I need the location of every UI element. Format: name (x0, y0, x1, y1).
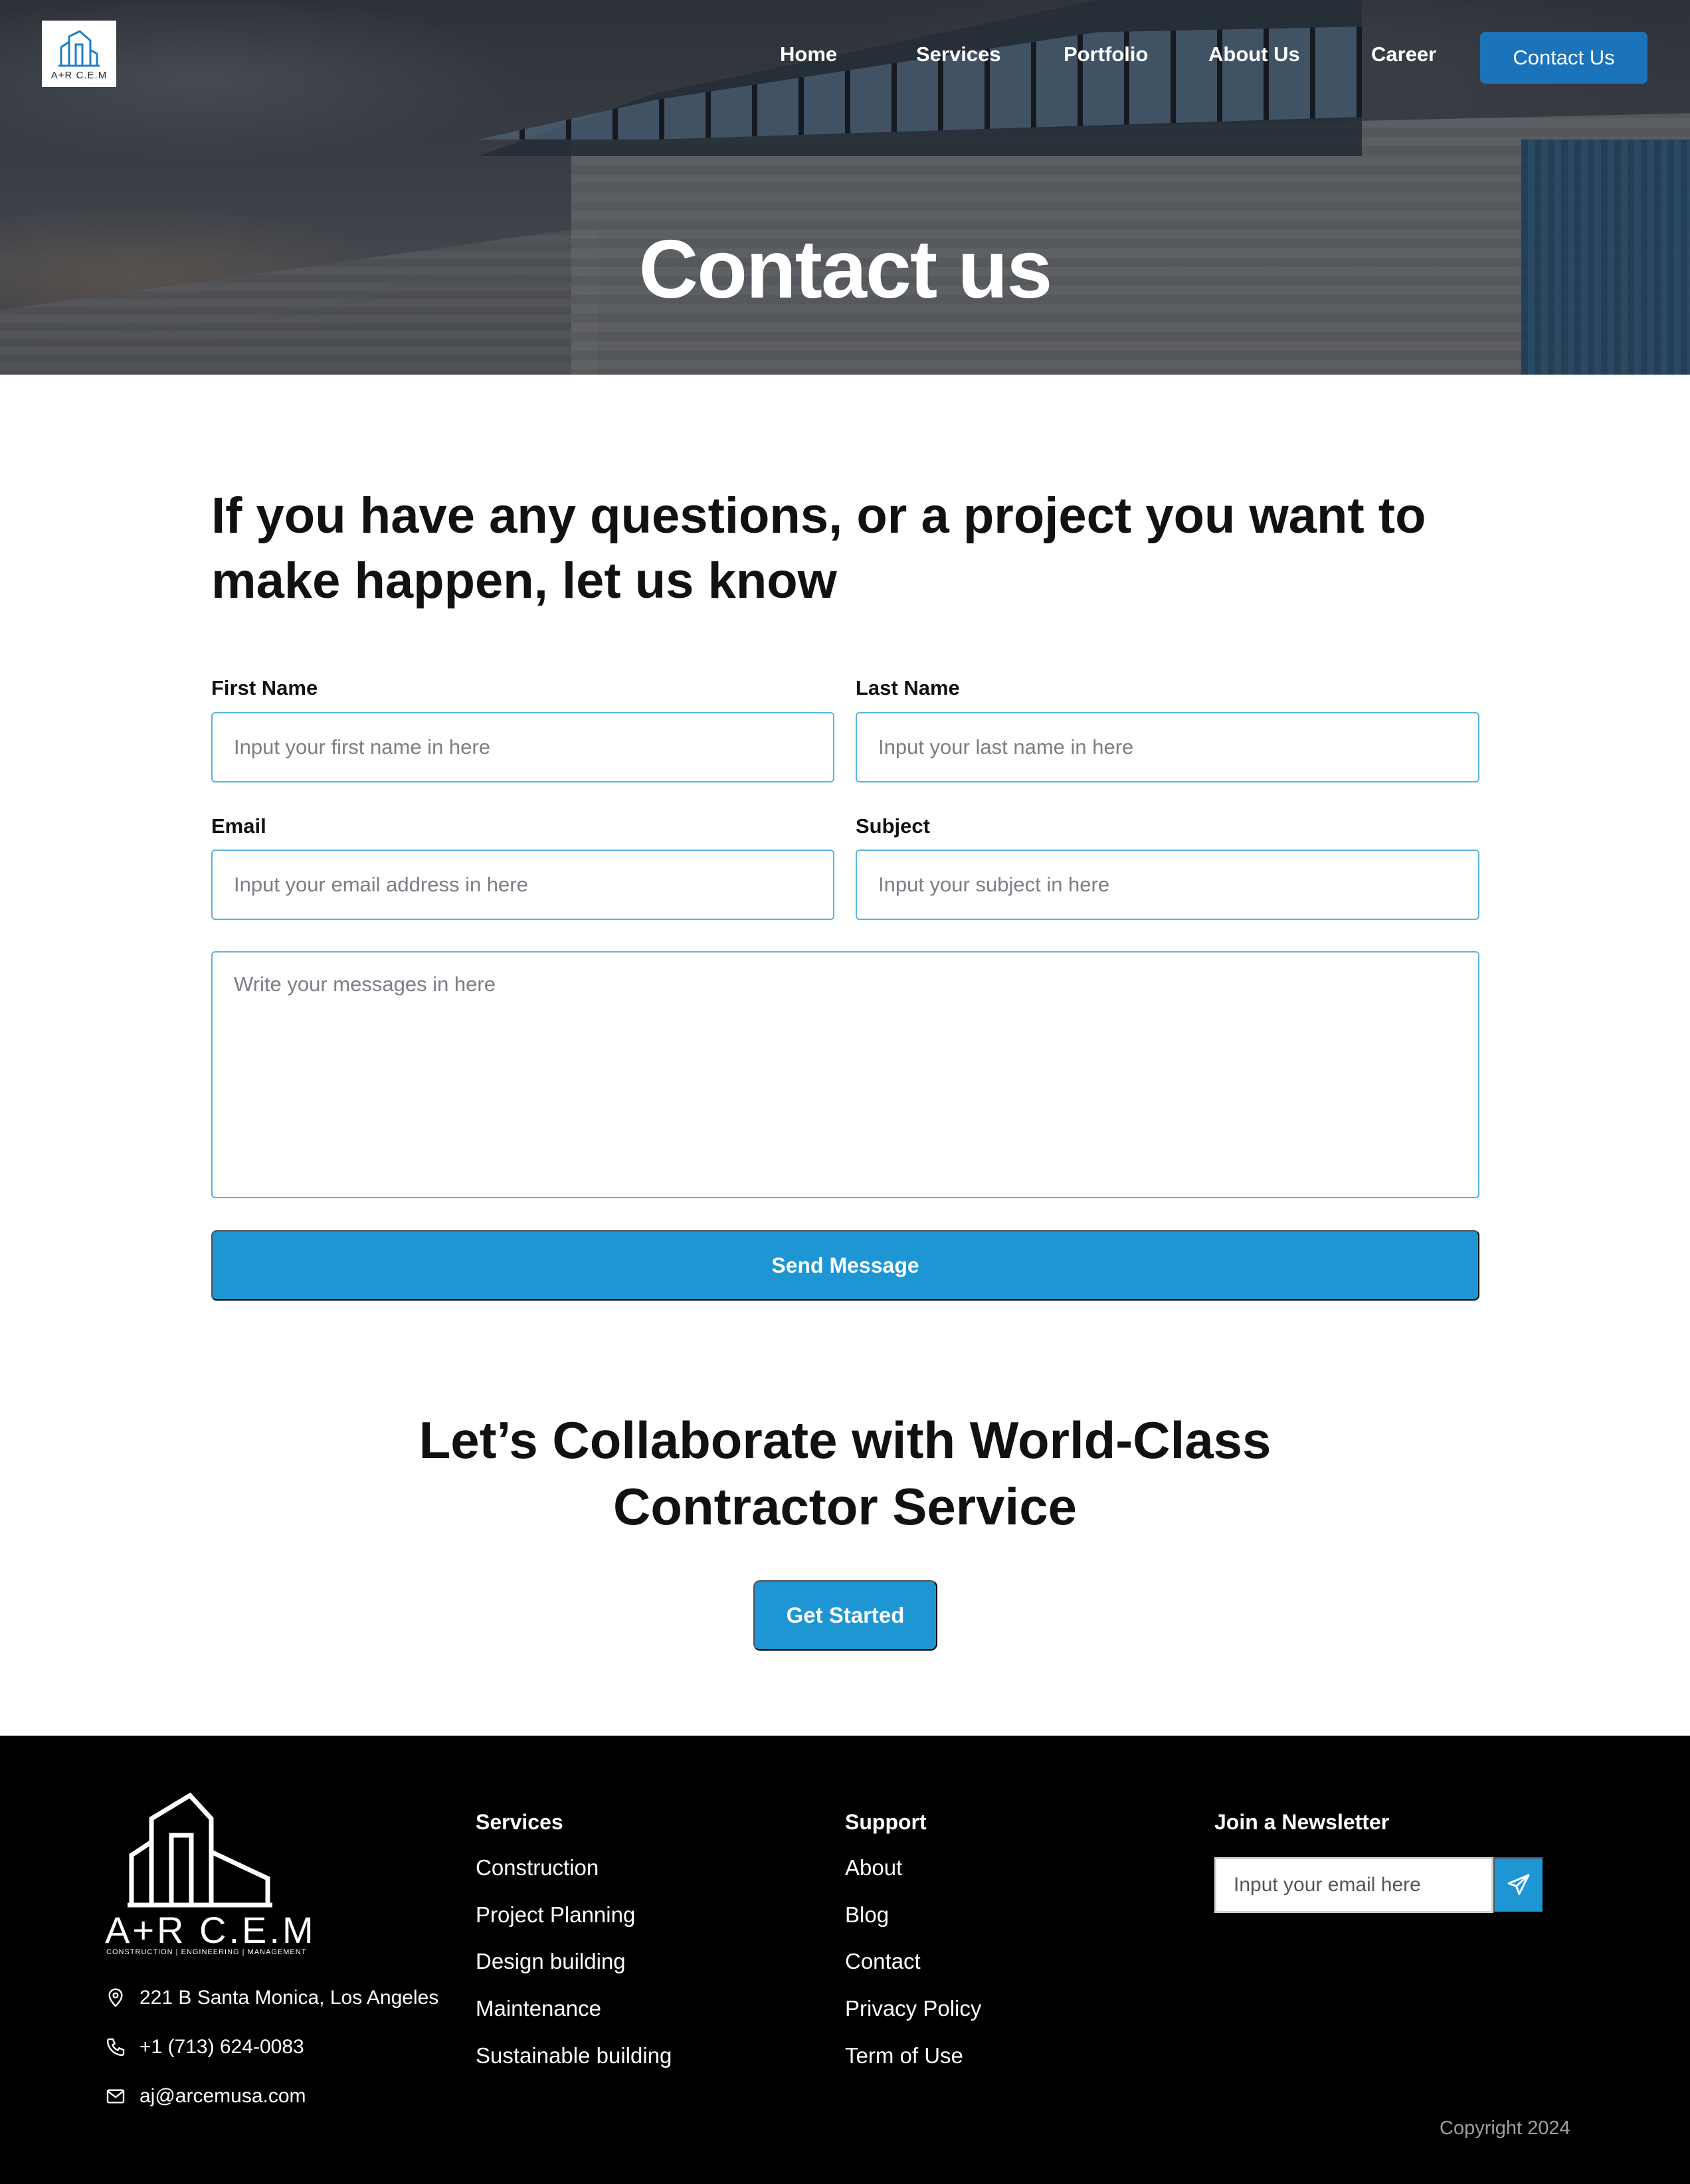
footer-link-project-planning[interactable]: Project Planning (476, 1902, 635, 1928)
footer-email[interactable]: aj@arcemusa.com (105, 2085, 306, 2108)
footer-address-text: 221 B Santa Monica, Los Angeles (140, 1987, 439, 2009)
newsletter-submit-button[interactable] (1493, 1857, 1544, 1913)
send-message-button[interactable]: Send Message (211, 1230, 1479, 1301)
email-field (211, 850, 834, 920)
footer-link-maintenance[interactable]: Maintenance (476, 1996, 601, 2021)
message-textarea[interactable] (213, 953, 1478, 1197)
newsletter-heading: Join a Newsletter (1214, 1810, 1390, 1834)
footer-phone-text: +1 (713) 624-0083 (140, 2036, 304, 2058)
newsletter-email-input[interactable] (1216, 1859, 1491, 1911)
footer-link-privacy-policy[interactable]: Privacy Policy (845, 1996, 981, 2021)
hero-overlay (0, 0, 1690, 375)
location-pin-icon (108, 1988, 123, 2007)
newsletter-field (1214, 1857, 1493, 1913)
footer-link-about[interactable]: About (845, 1855, 902, 1880)
footer-link-construction[interactable]: Construction (476, 1855, 599, 1880)
contact-intro-heading: If you have any questions, or a project … (211, 488, 1426, 609)
site-logo[interactable]: A+R C.E.M (42, 21, 116, 87)
footer-link-sustainable-building[interactable]: Sustainable building (476, 2043, 672, 2068)
footer-email-text: aj@arcemusa.com (140, 2085, 306, 2107)
footer-link-design-building[interactable]: Design building (476, 1949, 626, 1974)
footer-logo-text: A+R C.E.M (105, 1909, 316, 1951)
collaborate-heading-line1: Let’s Collaborate with World-Class (419, 1411, 1271, 1469)
contact-us-button[interactable]: Contact Us (1480, 32, 1647, 84)
hero-banner: A+R C.E.M Home Services Portfolio About … (0, 0, 1690, 375)
email-label: Email (211, 814, 266, 838)
footer-phone[interactable]: +1 (713) 624-0083 (105, 2036, 304, 2058)
last-name-input[interactable] (857, 713, 1478, 781)
last-name-label: Last Name (856, 676, 960, 699)
footer-support-heading: Support (845, 1810, 927, 1834)
footer-link-term-of-use[interactable]: Term of Use (845, 2043, 963, 2068)
nav-portfolio[interactable]: Portfolio (1064, 43, 1148, 66)
page-title: Contact us (638, 224, 1053, 316)
subject-input[interactable] (857, 851, 1478, 919)
collaborate-heading-line2: Contractor Service (613, 1477, 1077, 1536)
first-name-field (211, 712, 834, 782)
footer-address: 221 B Santa Monica, Los Angeles (105, 1987, 438, 2009)
first-name-label: First Name (211, 676, 318, 699)
subject-field (856, 850, 1479, 920)
get-started-button[interactable]: Get Started (753, 1580, 937, 1651)
nav-services[interactable]: Services (916, 43, 1001, 66)
message-field (211, 951, 1479, 1198)
nav-about-us[interactable]: About Us (1208, 43, 1300, 66)
send-icon (1507, 1874, 1530, 1895)
collaborate-heading: Let’s Collaborate with World-Class Contr… (0, 1407, 1690, 1540)
subject-label: Subject (856, 814, 930, 838)
nav-home[interactable]: Home (780, 43, 837, 66)
first-name-input[interactable] (213, 713, 833, 781)
email-input[interactable] (213, 851, 833, 919)
last-name-field (856, 712, 1479, 782)
phone-icon (106, 2038, 125, 2056)
footer-link-blog[interactable]: Blog (845, 1902, 889, 1928)
footer-services-heading: Services (476, 1810, 563, 1834)
logo-text: A+R C.E.M (50, 69, 108, 81)
footer-link-contact[interactable]: Contact (845, 1949, 921, 1974)
footer-logo-tagline: CONSTRUCTION | ENGINEERING | MANAGEMENT (106, 1948, 307, 1956)
mail-icon (106, 2089, 125, 2104)
nav-career[interactable]: Career (1371, 43, 1436, 66)
building-logo-icon (58, 29, 100, 66)
copyright-text: Copyright 2024 (1440, 2118, 1570, 2139)
site-footer: A+R C.E.M CONSTRUCTION | ENGINEERING | M… (0, 1736, 1690, 2184)
